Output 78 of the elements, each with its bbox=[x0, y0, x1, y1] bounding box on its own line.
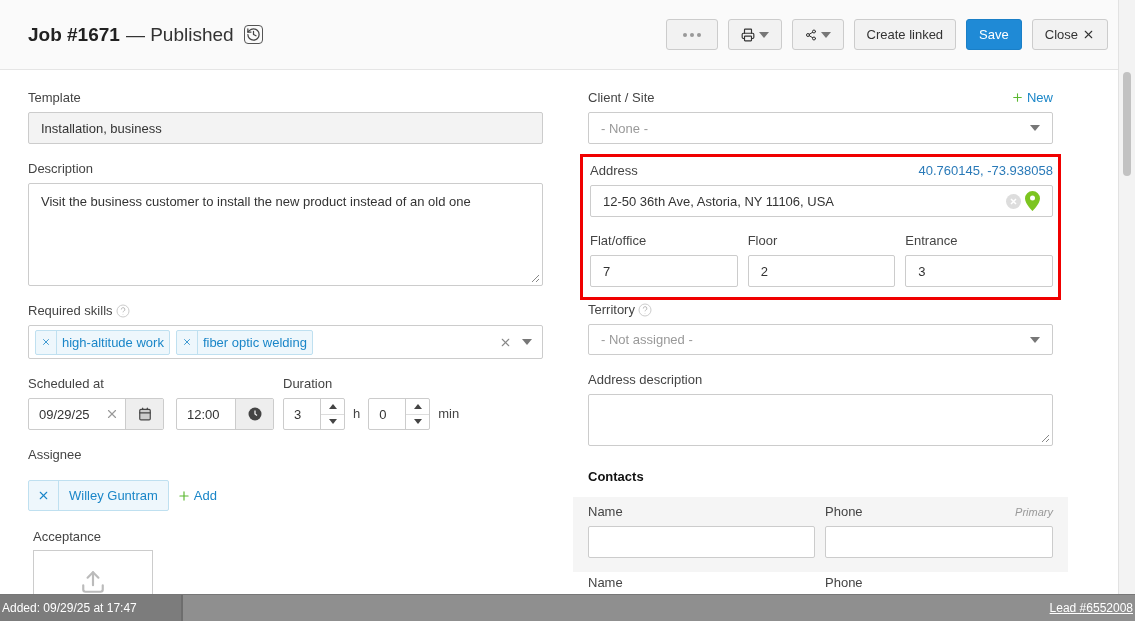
field-label: Territory bbox=[588, 302, 635, 317]
history-icon[interactable] bbox=[243, 25, 263, 44]
plus-icon bbox=[1011, 91, 1024, 104]
address-description-field[interactable] bbox=[588, 394, 1053, 446]
caret-icon bbox=[758, 31, 769, 38]
print-button[interactable] bbox=[727, 19, 782, 50]
phone-field[interactable] bbox=[825, 526, 1053, 558]
field-label: Phone bbox=[825, 575, 864, 590]
name-field[interactable] bbox=[588, 526, 815, 558]
close-icon bbox=[1082, 28, 1095, 41]
skill-tag: fiber optic welding bbox=[175, 329, 313, 355]
time-field[interactable]: 12:00 bbox=[176, 398, 274, 430]
remove-icon[interactable] bbox=[37, 489, 50, 502]
share-icon bbox=[804, 28, 817, 41]
resize-grip-icon[interactable] bbox=[1041, 434, 1050, 443]
field-label: Address description bbox=[588, 372, 704, 387]
clear-icon bbox=[1006, 193, 1021, 209]
more-button[interactable] bbox=[665, 19, 718, 50]
field-label: Description bbox=[28, 161, 95, 176]
caret-down-icon[interactable] bbox=[413, 419, 422, 425]
calendar-icon bbox=[137, 407, 152, 421]
field-label: Scheduled at bbox=[28, 376, 105, 391]
field-label: Acceptance bbox=[33, 529, 101, 544]
hours-field[interactable]: 3 bbox=[283, 398, 345, 430]
close-button[interactable]: Close bbox=[1031, 19, 1108, 50]
job-status: — Published bbox=[125, 23, 234, 46]
caret-down-icon[interactable] bbox=[328, 419, 337, 425]
address-field[interactable]: 12-50 36th Ave, Astoria, NY 11106, USA bbox=[590, 185, 1053, 217]
job-title: Job #1671 bbox=[28, 23, 120, 46]
section-title: Contacts bbox=[588, 469, 645, 484]
field-label: Phone bbox=[825, 504, 863, 519]
date-field[interactable]: 09/29/25 bbox=[28, 398, 164, 430]
unit-label: h bbox=[353, 405, 361, 423]
caret-icon bbox=[820, 31, 831, 38]
add-link[interactable]: Add bbox=[176, 488, 217, 503]
caret-up-icon[interactable] bbox=[328, 403, 337, 409]
field-label: Duration bbox=[283, 376, 334, 391]
create-linked-button[interactable]: Create linked bbox=[853, 19, 957, 50]
caret-up-icon[interactable] bbox=[413, 403, 422, 409]
coordinates-link[interactable]: 40.760145, -73.938058 bbox=[918, 163, 1053, 178]
field-label: Required skills bbox=[28, 303, 113, 318]
upload-icon bbox=[80, 569, 106, 594]
map-pin-icon bbox=[1025, 191, 1040, 211]
resize-grip-icon[interactable] bbox=[531, 274, 540, 283]
clear-icon bbox=[105, 407, 119, 421]
clock-icon bbox=[247, 407, 262, 421]
field-label: Entrance bbox=[905, 233, 958, 248]
field-label: Template bbox=[28, 90, 82, 105]
plus-icon bbox=[176, 488, 191, 503]
caret-icon bbox=[522, 339, 532, 345]
assignee-chip[interactable]: Willey Guntram bbox=[28, 480, 169, 511]
address-part-field[interactable]: 3 bbox=[905, 255, 1053, 287]
skill-tag: high-altitude work bbox=[35, 329, 170, 355]
address-part-field[interactable]: 2 bbox=[747, 255, 896, 287]
unit-label: min bbox=[438, 405, 460, 423]
field-label: Name bbox=[588, 504, 623, 519]
share-button[interactable] bbox=[791, 19, 844, 50]
save-button[interactable]: Save bbox=[966, 19, 1022, 50]
printer-icon bbox=[740, 27, 755, 42]
field-label: Name bbox=[588, 575, 624, 590]
primary-label: Primary bbox=[1015, 505, 1053, 518]
caret-icon bbox=[1030, 125, 1040, 131]
added-date: Added: 09/29/25 at 17:47 bbox=[0, 595, 183, 621]
field-label: Flat/office bbox=[590, 233, 647, 248]
minutes-field[interactable]: 0 bbox=[368, 398, 431, 430]
more-icon bbox=[682, 32, 701, 37]
description-field[interactable]: Visit the business customer to install the new product instead of an old one bbox=[28, 183, 543, 286]
field-label: Assignee bbox=[28, 447, 83, 462]
remove-icon[interactable] bbox=[181, 337, 192, 347]
template-field[interactable]: Installation, business bbox=[28, 112, 543, 144]
skills-select[interactable]: high-altitude work fiber optic welding bbox=[28, 325, 543, 359]
new-link[interactable]: New bbox=[1011, 90, 1053, 105]
field-label: Floor bbox=[747, 233, 778, 248]
field-label: Address bbox=[590, 163, 638, 178]
field-label: Client / Site bbox=[588, 90, 655, 105]
remove-icon[interactable] bbox=[41, 337, 51, 347]
address-part-field[interactable]: 7 bbox=[590, 255, 738, 287]
caret-icon bbox=[1030, 336, 1040, 343]
